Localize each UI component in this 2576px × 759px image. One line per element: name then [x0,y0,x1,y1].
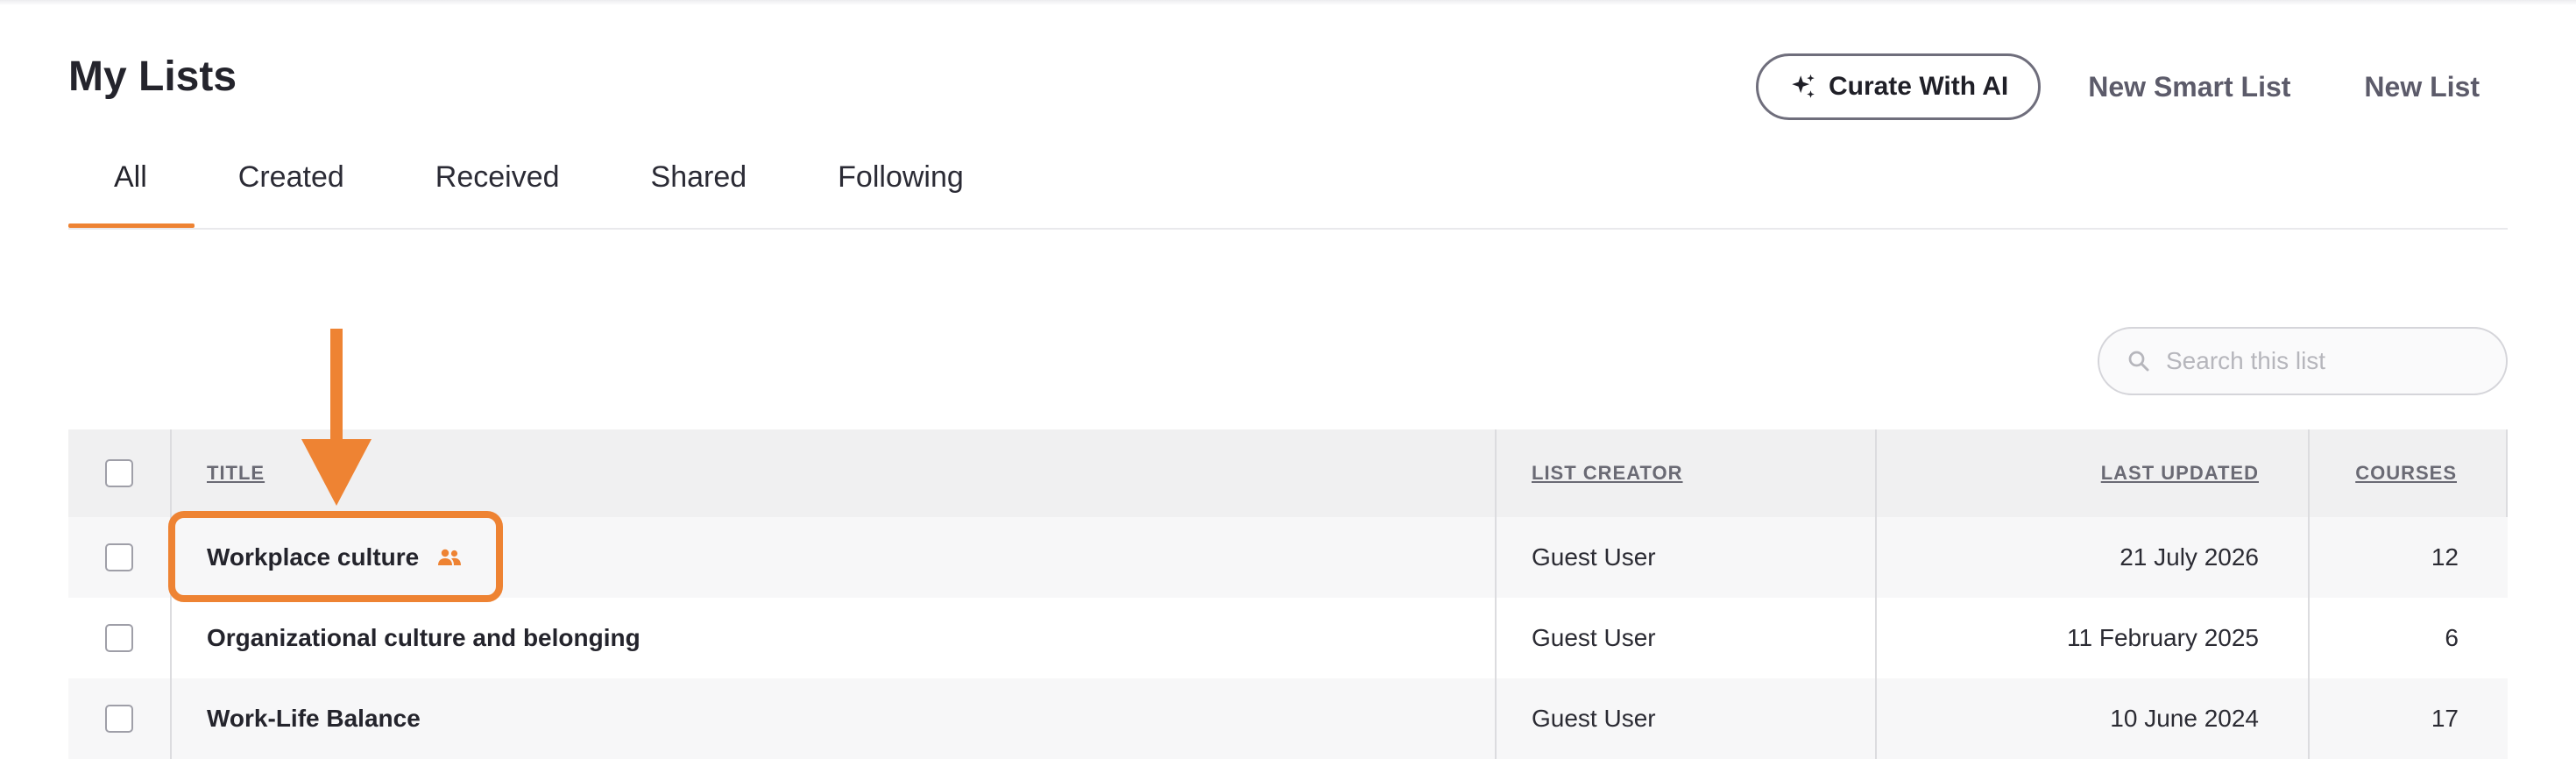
list-tabs: All Created Received Shared Following [68,151,1009,228]
tab-all[interactable]: All [68,151,195,228]
sparkle-icon [1792,74,1815,98]
tabs-divider [68,228,2508,230]
tab-following[interactable]: Following [792,151,1009,228]
list-title-link[interactable]: Workplace culture [207,543,419,571]
course-count: 12 [2431,543,2459,571]
courses-cell: 6 [2310,598,2508,678]
courses-cell: 12 [2310,517,2508,598]
search-input[interactable] [2164,346,2501,376]
last-updated-column-header[interactable]: LAST UPDATED [2101,462,2259,485]
search-box[interactable] [2098,327,2508,395]
curate-with-ai-label: Curate With AI [1828,72,2009,101]
row-checkbox[interactable] [105,624,133,652]
people-icon [438,549,462,565]
row-checkbox[interactable] [105,543,133,571]
list-creator: Guest User [1532,624,1656,651]
top-shadow [0,0,2576,5]
table-row[interactable]: Workplace culture Guest User 21 July 202… [68,517,2508,598]
select-all-cell [68,429,172,517]
lists-table: TITLE LIST CREATOR LAST UPDATED COURSES … [68,429,2508,759]
last-updated: 10 June 2024 [2110,705,2259,732]
title-cell: Work-Life Balance [172,678,1497,759]
creator-cell: Guest User [1497,598,1877,678]
updated-cell: 11 February 2025 [1877,598,2310,678]
courses-header-cell: COURSES [2310,429,2508,517]
table-header-row: TITLE LIST CREATOR LAST UPDATED COURSES [68,429,2508,517]
row-select-cell [68,678,172,759]
updated-cell: 21 July 2026 [1877,517,2310,598]
curate-with-ai-button[interactable]: Curate With AI [1755,53,2042,120]
list-creator-column-header[interactable]: LIST CREATOR [1532,462,1683,485]
updated-cell: 10 June 2024 [1877,678,2310,759]
row-checkbox[interactable] [105,705,133,733]
course-count: 17 [2431,705,2459,732]
creator-cell: Guest User [1497,517,1877,598]
tab-shared[interactable]: Shared [605,151,793,228]
tab-created[interactable]: Created [193,151,390,228]
title-cell: Organizational culture and belonging [172,598,1497,678]
search-icon [2128,351,2149,372]
creator-header-cell: LIST CREATOR [1497,429,1877,517]
title-header-cell: TITLE [172,429,1497,517]
row-select-cell [68,517,172,598]
courses-column-header[interactable]: COURSES [2355,462,2457,485]
creator-cell: Guest User [1497,678,1877,759]
list-creator: Guest User [1532,705,1656,732]
tab-received[interactable]: Received [390,151,605,228]
row-select-cell [68,598,172,678]
header-actions: Curate With AI New Smart List New List [1755,52,2480,122]
select-all-checkbox[interactable] [105,459,133,487]
list-creator: Guest User [1532,543,1656,571]
last-updated: 21 July 2026 [2120,543,2259,571]
table-row[interactable]: Organizational culture and belonging Gue… [68,598,2508,678]
table-row[interactable]: Work-Life Balance Guest User 10 June 202… [68,678,2508,759]
new-smart-list-button[interactable]: New Smart List [2088,71,2290,103]
updated-header-cell: LAST UPDATED [1877,429,2310,517]
courses-cell: 17 [2310,678,2508,759]
last-updated: 11 February 2025 [2067,624,2259,651]
list-title-link[interactable]: Organizational culture and belonging [207,624,640,652]
course-count: 6 [2445,624,2459,651]
title-column-header[interactable]: TITLE [207,462,265,485]
page-title: My Lists [68,53,237,100]
new-list-button[interactable]: New List [2364,71,2480,103]
list-title-link[interactable]: Work-Life Balance [207,705,421,733]
title-cell: Workplace culture [172,517,1497,598]
